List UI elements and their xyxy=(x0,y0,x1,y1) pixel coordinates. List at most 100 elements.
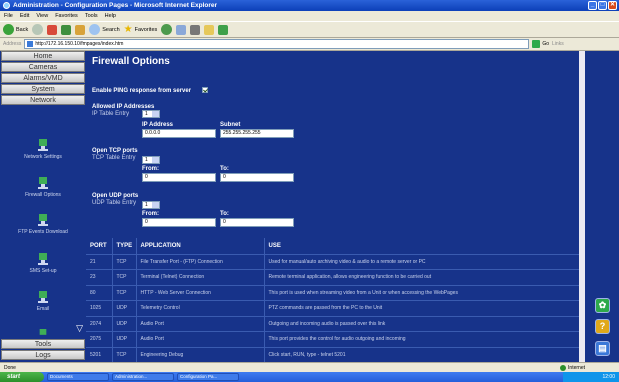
save-button[interactable]: ▤ xyxy=(595,341,610,356)
network-settings-icon xyxy=(38,139,48,151)
menu-edit[interactable]: Edit xyxy=(20,13,29,19)
go-button[interactable]: Go xyxy=(532,40,549,48)
type-cell: UDP xyxy=(112,315,137,332)
type-cell: UDP xyxy=(112,331,137,347)
sidebar-item-firewall-options[interactable]: Firewall Options xyxy=(0,177,86,198)
help-button[interactable]: ? xyxy=(595,319,610,334)
folder-icon xyxy=(204,24,215,35)
udp-heading: Open UDP ports xyxy=(92,193,139,199)
close-button[interactable]: ✕ xyxy=(608,1,617,10)
taskbar-item[interactable]: Documents xyxy=(47,373,109,381)
start-button[interactable]: start xyxy=(0,372,44,382)
subnet-label: Subnet xyxy=(220,122,241,128)
sidebar-item-network-settings[interactable]: Network Settings xyxy=(0,139,86,160)
home-icon xyxy=(75,24,86,35)
system-tray-clock: 12:00 xyxy=(563,372,619,382)
port-cell: 5201 xyxy=(86,346,113,363)
forward-button[interactable] xyxy=(32,24,44,35)
mail-button[interactable] xyxy=(176,24,187,35)
back-arrow-icon xyxy=(3,24,14,35)
menu-file[interactable]: File xyxy=(4,13,13,19)
page-icon xyxy=(27,41,34,47)
home-button[interactable] xyxy=(75,24,86,35)
use-cell: This port provides the control for audio… xyxy=(264,331,585,347)
back-button[interactable]: Back xyxy=(3,24,28,35)
back-label: Back xyxy=(16,26,29,33)
favorites-button[interactable]: ★ Favorites xyxy=(124,24,158,35)
sidebar-scroll-down-icon[interactable]: ▽ xyxy=(76,323,83,334)
links-label[interactable]: Links xyxy=(552,41,564,47)
nav-cameras[interactable]: Cameras xyxy=(1,62,85,72)
address-url: http://172.16.150.10/fmpages/index.htm xyxy=(35,41,124,47)
tcp-from-input[interactable]: 0 xyxy=(142,173,216,182)
tcp-to-label: To: xyxy=(220,166,229,172)
menu-help[interactable]: Help xyxy=(105,13,116,19)
table-row: 2075 UDP Audio Port This port provides t… xyxy=(86,331,585,347)
messenger-icon xyxy=(218,24,229,35)
messenger-button[interactable] xyxy=(218,24,229,35)
print-icon xyxy=(190,24,201,35)
folder-button[interactable] xyxy=(204,24,215,35)
udp-table-entry-select[interactable]: 1 xyxy=(142,201,160,209)
use-cell: Click start, RUN, type - telnet 5201 xyxy=(264,346,585,363)
type-cell: TCP xyxy=(112,253,137,270)
sidebar-item-ftp-events-download[interactable]: FTP Events Download xyxy=(0,214,86,235)
application-cell: Terminal (Telnet) Connection xyxy=(136,269,265,285)
nav-system[interactable]: System xyxy=(1,84,85,94)
tcp-table-entry-select[interactable]: 1 xyxy=(142,156,160,164)
menu-view[interactable]: View xyxy=(36,13,48,19)
apply-settings-button[interactable]: ✿ xyxy=(595,298,610,313)
history-button[interactable] xyxy=(161,24,173,35)
history-icon xyxy=(161,24,173,35)
address-label: Address xyxy=(3,41,22,47)
ping-checkbox[interactable] xyxy=(202,87,208,93)
use-cell: PTZ commands are passed from the PC to t… xyxy=(264,300,585,316)
favorites-label: Favorites xyxy=(134,26,158,33)
menu-tools[interactable]: Tools xyxy=(85,13,98,19)
address-input[interactable]: http://172.16.150.10/fmpages/index.htm xyxy=(24,39,530,49)
table-row: 1025 UDP Telemetry Control PTZ commands … xyxy=(86,300,585,316)
sidebar-item-sms-setup[interactable]: SMS Set-up xyxy=(0,253,86,274)
subnet-input[interactable]: 255.255.255.255 xyxy=(220,129,294,138)
tcp-from-label: From: xyxy=(142,166,159,172)
ie-icon xyxy=(3,2,10,9)
nav-tools[interactable]: Tools xyxy=(1,339,85,349)
page-content: Home Cameras Alarms/VMD System Network N… xyxy=(0,51,585,363)
maximize-button[interactable]: □ xyxy=(598,1,607,10)
port-cell: 2074 xyxy=(86,315,113,332)
search-button[interactable]: Search xyxy=(89,24,120,35)
ip-table-entry-select[interactable]: 1 xyxy=(142,110,160,118)
tcp-to-input[interactable]: 0 xyxy=(220,173,294,182)
table-row: 2074 UDP Audio Port Outgoing and incomin… xyxy=(86,315,585,332)
taskbar-item[interactable]: Administration... xyxy=(112,373,174,381)
nav-home[interactable]: Home xyxy=(1,51,85,61)
col-type: TYPE xyxy=(112,238,137,254)
ip-address-input[interactable]: 0.0.0.0 xyxy=(142,129,216,138)
stop-button[interactable] xyxy=(47,24,58,35)
nav-alarms-vmd[interactable]: Alarms/VMD xyxy=(1,73,85,83)
udp-to-input[interactable]: 0 xyxy=(220,218,294,227)
port-cell: 23 xyxy=(86,269,113,285)
udp-table-entry-label: UDP Table Entry xyxy=(92,200,137,206)
application-cell: Telemetry Control xyxy=(136,300,265,316)
sidebar-item-email[interactable]: Email xyxy=(0,291,86,312)
udp-from-input[interactable]: 0 xyxy=(142,218,216,227)
nav-logs[interactable]: Logs xyxy=(1,350,85,360)
application-cell: HTTP - Web Server Connection xyxy=(136,284,265,301)
print-button[interactable] xyxy=(190,24,201,35)
udp-to-label: To: xyxy=(220,211,229,217)
tcp-table-entry-label: TCP Table Entry xyxy=(92,155,136,161)
sidebar-item-label: Email xyxy=(36,306,50,312)
sms-setup-icon xyxy=(38,253,48,265)
application-cell: Engineering Debug xyxy=(136,346,265,363)
taskbar-item[interactable]: Configuration Pa... xyxy=(177,373,239,381)
menu-favorites[interactable]: Favorites xyxy=(55,13,78,19)
ping-label: Enable PING response from server xyxy=(92,88,192,94)
status-text: Done xyxy=(4,364,16,371)
nav-network[interactable]: Network xyxy=(1,95,85,105)
zone-label: Internet xyxy=(568,364,585,371)
right-action-bar: ✿ ? ▤ xyxy=(585,51,619,362)
use-cell: This port is used when streaming video f… xyxy=(264,284,585,301)
refresh-button[interactable] xyxy=(61,24,72,35)
minimize-button[interactable]: _ xyxy=(588,1,597,10)
